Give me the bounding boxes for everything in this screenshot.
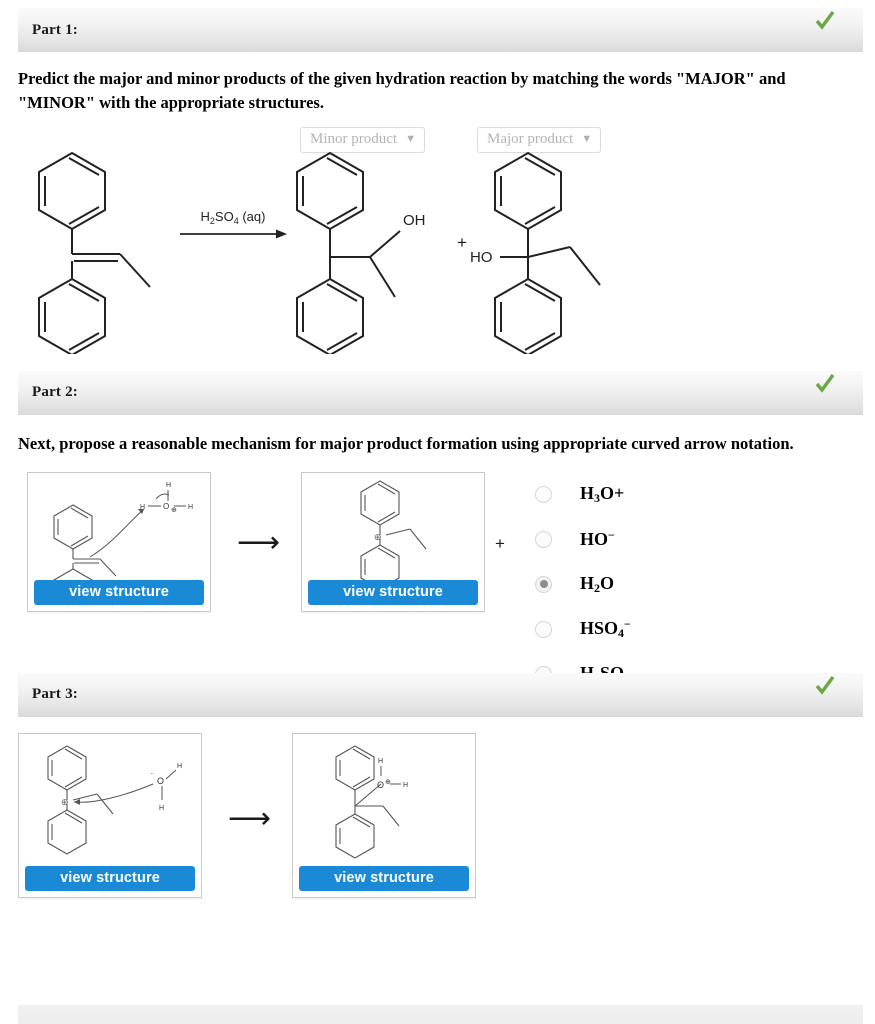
radio-button[interactable] [535, 485, 552, 503]
alkene-hydronium-mechanism-drawing: H O ⊕ H H [53, 482, 193, 614]
radio-button-selected[interactable] [535, 575, 552, 593]
svg-text:H: H [378, 758, 383, 765]
part-2-prompt: Next, propose a reasonable mechanism for… [18, 433, 794, 453]
part-3-reaction-arrow: ⟶ [228, 801, 272, 835]
svg-text:H: H [403, 782, 408, 789]
svg-text:O: O [157, 776, 164, 786]
part-3-view-structure-button-2[interactable]: view structure [299, 865, 469, 891]
reactant-structure-diphenylpropene [38, 151, 151, 354]
major-product-structure: HO [470, 151, 601, 354]
svg-text:H: H [166, 482, 171, 489]
carbocation-drawing: ⊕ [360, 480, 427, 590]
reaction-arrow-with-reagent: H2SO4 (aq) [180, 209, 287, 239]
option-water[interactable]: H2O [535, 562, 631, 607]
svg-text:H: H [188, 504, 193, 511]
part-2-label: Part 2: [32, 384, 78, 401]
part-2-view-structure-button-2[interactable]: view structure [308, 579, 478, 605]
major-product-ho-label: HO [470, 249, 493, 266]
part-2-mechanism-row: H O ⊕ H H view structure ⟶ ⊕ view struct… [0, 468, 875, 685]
part-1-prompt: Predict the major and minor products of … [18, 69, 786, 112]
svg-text:⊕: ⊕ [61, 797, 69, 807]
svg-text:O: O [377, 780, 384, 790]
green-check-icon [815, 373, 835, 393]
part-3-structure-box-1[interactable]: ⊕ O ¨ H H view structure [18, 732, 202, 898]
assignment-page: Part 1: Predict the major and minor prod… [0, 0, 875, 1024]
part-2-options-list: H3O+ HO− H2O HSO4− H2SO4 [535, 472, 631, 697]
option-hydroxide[interactable]: HO− [535, 517, 631, 562]
option-h3o-plus[interactable]: H3O+ [535, 472, 631, 517]
radio-button[interactable] [535, 530, 552, 548]
svg-text:⊕: ⊕ [374, 532, 382, 542]
option-label-bisulfate: HSO4− [580, 617, 631, 641]
reagent-label: H2SO4 (aq) [201, 209, 266, 226]
part-3-structure-box-2[interactable]: O ⊕ H H view structure [292, 732, 476, 898]
green-check-icon [815, 675, 835, 695]
part-2-structure-box-2[interactable]: ⊕ view structure [301, 471, 485, 612]
product-plus-sign: + [457, 232, 467, 252]
part-2-view-structure-button-1[interactable]: view structure [34, 579, 204, 605]
radio-button[interactable] [535, 620, 552, 638]
svg-text:O: O [163, 502, 169, 511]
svg-text:⊕: ⊕ [171, 507, 177, 514]
option-label-water: H2O [580, 572, 615, 595]
part-2-structure-box-1[interactable]: H O ⊕ H H view structure [27, 471, 211, 614]
svg-text:H: H [177, 763, 182, 770]
green-check-icon [815, 10, 835, 30]
part-2-reaction-arrow: ⟶ [237, 525, 281, 559]
part-1-label: Part 1: [32, 21, 78, 38]
svg-text:¨: ¨ [151, 772, 154, 781]
option-bisulfate[interactable]: HSO4− [535, 607, 631, 652]
carbocation-water-mechanism-drawing: ⊕ O ¨ H H [47, 745, 182, 855]
part-3-header: Part 3: [18, 672, 863, 717]
svg-text:H: H [159, 805, 164, 812]
part-1-reaction-area: Minor product ▼ Major product ▼ H2SO4 (a… [0, 121, 875, 371]
part-2-plus-sign: + [495, 533, 505, 553]
part-2-header: Part 2: [18, 370, 863, 415]
option-label-hydroxide: HO− [580, 528, 615, 550]
oxonium-product-drawing: O ⊕ H H [335, 745, 408, 859]
part-1-header: Part 1: [18, 8, 863, 52]
minor-product-structure: OH [296, 151, 426, 354]
minor-product-oh-label: OH [403, 212, 426, 229]
part-3-view-structure-button-1[interactable]: view structure [25, 865, 195, 891]
svg-text:⊕: ⊕ [385, 779, 391, 786]
option-label-h3o-plus: H3O+ [580, 482, 625, 505]
part-3-mechanism-row: ⊕ O ¨ H H view structure ⟶ O ⊕ H H view … [0, 729, 875, 919]
part-4-header-partial [18, 1005, 863, 1024]
part-3-label: Part 3: [32, 686, 78, 703]
